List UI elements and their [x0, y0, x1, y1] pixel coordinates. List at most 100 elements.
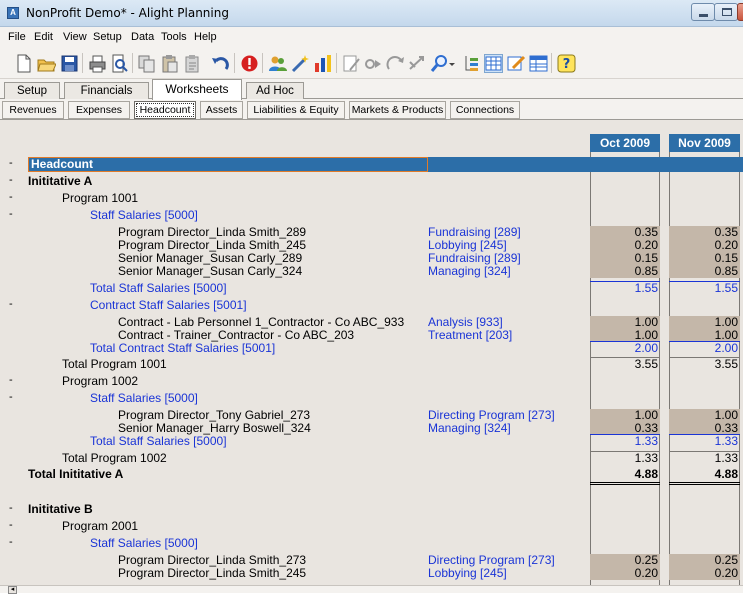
collapse-toggle[interactable]: - — [9, 298, 13, 311]
table-icon[interactable] — [529, 54, 548, 73]
wand-icon[interactable] — [291, 54, 310, 73]
table-row[interactable]: - Inititative A — [0, 174, 743, 188]
table-row[interactable]: - Contract Staff Salaries [5001] — [0, 298, 743, 312]
collapse-toggle[interactable]: - — [9, 391, 13, 404]
subtab-expenses[interactable]: Expenses — [68, 101, 130, 119]
copy-icon[interactable] — [137, 54, 156, 73]
menu-file[interactable]: File — [8, 31, 26, 43]
grand-total-double-rule — [669, 482, 740, 485]
table-row[interactable]: Total Staff Salaries [5000] 1.55 1.55 — [0, 281, 743, 295]
tab-worksheets[interactable]: Worksheets — [152, 79, 242, 100]
subtab-markets-products[interactable]: Markets & Products — [349, 101, 446, 119]
table-row[interactable]: Total Inititative A 4.88 4.88 — [0, 468, 743, 485]
table-row[interactable]: Senior Manager_Susan Carly_324 Managing [… — [0, 265, 743, 278]
toolbar-separator — [262, 53, 263, 73]
table-row[interactable]: Total Contract Staff Salaries [5001] 2.00… — [0, 341, 743, 355]
toolbar-separator — [82, 53, 83, 73]
print-icon[interactable] — [88, 54, 107, 73]
menu-view[interactable]: View — [63, 31, 87, 43]
column-header-nov-2009[interactable]: Nov 2009 — [669, 134, 740, 152]
play-icon[interactable] — [364, 54, 383, 73]
row-label: Staff Salaries [5000] — [90, 391, 198, 405]
table-row[interactable]: Program Director_Linda Smith_245 Lobbying… — [0, 567, 743, 580]
tab-ad-hoc[interactable]: Ad Hoc — [246, 82, 304, 100]
undo-icon[interactable] — [211, 54, 230, 73]
alert-icon[interactable] — [240, 54, 259, 73]
tab-setup[interactable]: Setup — [4, 82, 60, 100]
menu-data[interactable]: Data — [131, 31, 154, 43]
table-row[interactable]: Total Program 1002 1.33 1.33 — [0, 451, 743, 465]
account-link[interactable]: Managing [324] — [428, 265, 511, 278]
table-row[interactable]: Program Director_Linda Smith_245 Lobbying… — [0, 239, 743, 252]
table-row[interactable]: Contract - Lab Personnel 1_Contractor - … — [0, 316, 743, 329]
edit-doc-icon[interactable] — [342, 54, 361, 73]
collapse-toggle[interactable]: - — [9, 502, 13, 515]
subtab-headcount[interactable]: Headcount — [134, 101, 196, 119]
value-oct-2009[interactable]: 0.20 — [592, 567, 658, 580]
close-button[interactable] — [737, 3, 743, 21]
menu-edit[interactable]: Edit — [34, 31, 53, 43]
menu-tools[interactable]: Tools — [161, 31, 187, 43]
help-icon[interactable]: ? — [557, 54, 576, 73]
pencil-icon[interactable] — [507, 54, 526, 73]
table-row[interactable]: - Staff Salaries [5000] — [0, 391, 743, 405]
print-preview-icon[interactable] — [110, 54, 129, 73]
collapse-toggle[interactable]: - — [9, 208, 13, 221]
table-row[interactable]: - Inititative B — [0, 502, 743, 516]
value-nov-2009: 3.55 — [714, 357, 738, 371]
people-icon[interactable] — [268, 54, 287, 73]
redo-icon[interactable] — [386, 54, 405, 73]
table-row[interactable]: Program Director_Linda Smith_273 Directin… — [0, 554, 743, 567]
collapse-toggle[interactable]: - — [9, 536, 13, 549]
value-oct-2009: 1.33 — [634, 451, 658, 465]
tab-financials[interactable]: Financials — [64, 82, 149, 100]
table-row[interactable]: - Staff Salaries [5000] — [0, 208, 743, 222]
subtab-connections[interactable]: Connections — [450, 101, 520, 119]
save-icon[interactable] — [60, 54, 79, 73]
table-row[interactable]: Senior Manager_Susan Carly_289 Fundraisin… — [0, 252, 743, 265]
subtab-assets[interactable]: Assets — [200, 101, 243, 119]
value-oct-2009[interactable]: 0.85 — [592, 265, 658, 278]
new-icon[interactable] — [14, 54, 33, 73]
table-row[interactable]: Total Program 1001 3.55 3.55 — [0, 357, 743, 371]
paste-special-icon[interactable] — [183, 54, 202, 73]
search-icon[interactable] — [430, 54, 449, 73]
collapse-toggle[interactable]: - — [9, 374, 13, 387]
table-row[interactable]: - Program 2001 — [0, 519, 743, 533]
table-row[interactable]: - Program 1001 — [0, 191, 743, 205]
minimize-button[interactable] — [691, 3, 715, 21]
account-link[interactable]: Managing [324] — [428, 422, 511, 435]
open-icon[interactable] — [37, 54, 57, 73]
search-dropdown-icon[interactable] — [448, 54, 458, 73]
grid-view-icon[interactable] — [484, 54, 503, 73]
column-header-oct-2009[interactable]: Oct 2009 — [590, 134, 660, 152]
row-label: Total Program 1001 — [62, 357, 167, 371]
table-row[interactable]: Program Director_Linda Smith_289 Fundrais… — [0, 226, 743, 239]
row-label: Staff Salaries [5000] — [90, 208, 198, 222]
subtab-liabilities-equity[interactable]: Liabilities & Equity — [247, 101, 345, 119]
table-row[interactable]: Total Staff Salaries [5000] 1.33 1.33 — [0, 434, 743, 448]
horizontal-scrollbar[interactable]: ◂ — [0, 585, 743, 594]
tree-icon[interactable] — [462, 54, 481, 73]
table-row[interactable]: - Program 1002 — [0, 374, 743, 388]
account-link[interactable]: Lobbying [245] — [428, 567, 507, 580]
collapse-toggle[interactable]: - — [9, 157, 13, 170]
paste-icon[interactable] — [160, 54, 179, 73]
section-header-row[interactable]: - Headcount — [0, 157, 743, 172]
menu-help[interactable]: Help — [194, 31, 217, 43]
table-row[interactable]: Program Director_Tony Gabriel_273 Directi… — [0, 409, 743, 422]
collapse-toggle[interactable]: - — [9, 191, 13, 204]
row-label: Total Program 1002 — [62, 451, 167, 465]
collapse-toggle[interactable]: - — [9, 519, 13, 532]
collapse-toggle[interactable]: - — [9, 174, 13, 187]
menu-setup[interactable]: Setup — [93, 31, 122, 43]
value-nov-2009[interactable]: 0.20 — [671, 567, 738, 580]
account-link[interactable]: Treatment [203] — [428, 329, 512, 342]
maximize-button[interactable] — [714, 3, 738, 21]
table-row[interactable]: - Staff Salaries [5000] — [0, 536, 743, 550]
headcount-worksheet-grid[interactable]: Oct 2009 Nov 2009 - Headcount - Inititative… — [0, 120, 743, 585]
shuffle-icon[interactable] — [408, 54, 427, 73]
value-nov-2009[interactable]: 0.85 — [671, 265, 738, 278]
subtab-revenues[interactable]: Revenues — [2, 101, 64, 119]
chart-icon[interactable] — [314, 54, 333, 73]
